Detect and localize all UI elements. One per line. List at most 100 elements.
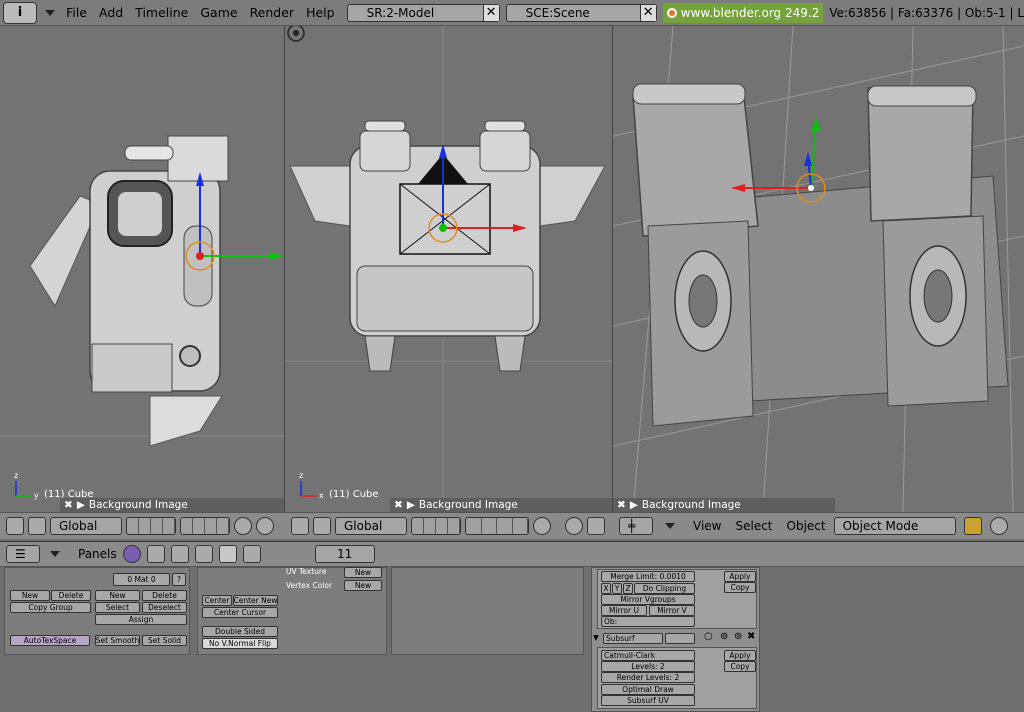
subsurf-expand-icon[interactable]: ▼: [593, 633, 599, 642]
subsurf-render-levels-field[interactable]: Render Levels: 2: [601, 672, 695, 683]
pivot-icon[interactable]: [989, 517, 1008, 535]
orientation-selector[interactable]: Global: [335, 517, 407, 535]
center-cursor-button[interactable]: Center Cursor: [202, 607, 278, 618]
background-image-panel[interactable]: ✖ ▶ Background Image: [390, 498, 612, 512]
autotexspace-button[interactable]: AutoTexSpace: [10, 635, 90, 646]
scene-selector[interactable]: SCE:Scene ✕: [505, 3, 657, 22]
axis-y-toggle[interactable]: Y: [612, 583, 622, 594]
mirror-copy-button[interactable]: Copy: [724, 582, 756, 593]
render-preview-icon[interactable]: [587, 517, 605, 535]
copy-group-button[interactable]: Copy Group: [10, 602, 91, 613]
mode-selector[interactable]: Object Mode: [833, 517, 956, 535]
center-button[interactable]: Center: [202, 595, 232, 606]
close-panel-icon[interactable]: ✖: [617, 499, 626, 511]
close-scene-icon[interactable]: ✕: [639, 4, 656, 21]
uv-texture-new-button[interactable]: New: [344, 567, 382, 578]
viewport-front[interactable]: z x (11) Cube ✖ ▶ Background Image: [285, 26, 613, 512]
frame-counter[interactable]: 11: [314, 545, 375, 563]
link-icon[interactable]: [256, 517, 274, 535]
mirror-apply-button[interactable]: Apply: [724, 571, 756, 582]
axis-x-toggle[interactable]: X: [601, 583, 611, 594]
set-solid-button[interactable]: Set Solid: [142, 635, 187, 646]
screen-selector[interactable]: SR:2-Model ✕: [346, 3, 500, 22]
lock-icon[interactable]: [533, 517, 551, 535]
menu-object[interactable]: Object: [787, 519, 826, 533]
editing-context-icon[interactable]: [218, 545, 237, 563]
subsurf-cage-icon[interactable]: ○: [704, 631, 713, 642]
close-panel-icon[interactable]: ✖: [394, 499, 403, 511]
close-panel-icon[interactable]: ✖: [64, 499, 73, 511]
menu-file[interactable]: File: [60, 5, 93, 20]
vgroup-new-button[interactable]: New: [10, 590, 50, 601]
collapse-triangle-icon[interactable]: [50, 551, 60, 557]
mirror-v-toggle[interactable]: Mirror V: [649, 605, 695, 616]
subsurf-type-selector[interactable]: Catmull-Clark: [601, 650, 695, 661]
background-image-panel[interactable]: ✖ ▶ Background Image: [60, 498, 284, 512]
layer-buttons-b[interactable]: [180, 517, 230, 535]
material-help-button[interactable]: ?: [172, 573, 186, 586]
remove-modifier-icon[interactable]: ✖: [747, 631, 755, 642]
menu-select[interactable]: Select: [735, 519, 772, 533]
set-smooth-button[interactable]: Set Smooth: [95, 635, 140, 646]
panels-menu[interactable]: Panels: [78, 547, 117, 561]
menu-collapse-triangle-icon[interactable]: [45, 9, 56, 16]
vertex-color-new-button[interactable]: New: [344, 580, 382, 591]
menu-game[interactable]: Game: [194, 5, 243, 20]
orientation-icon[interactable]: [28, 517, 46, 535]
layer-buttons-a[interactable]: [126, 517, 176, 535]
layer-buttons-a[interactable]: [411, 517, 461, 535]
material-select-button[interactable]: Select: [95, 602, 140, 613]
shading-context-icon[interactable]: [170, 545, 189, 563]
no-vnormal-flip-button[interactable]: No V.Normal Flip: [202, 638, 278, 649]
material-delete-button[interactable]: Delete: [142, 590, 187, 601]
material-assign-button[interactable]: Assign: [95, 614, 187, 625]
axis-z-toggle[interactable]: Z: [623, 583, 633, 594]
move-up-icon[interactable]: ⊚: [720, 631, 728, 642]
subsurf-copy-button[interactable]: Copy: [724, 661, 756, 672]
object-context-icon[interactable]: [194, 545, 213, 563]
mirror-vgroups-toggle[interactable]: Mirror Vgroups: [601, 594, 695, 605]
optimal-draw-toggle[interactable]: Optimal Draw: [601, 684, 695, 695]
menu-render[interactable]: Render: [244, 5, 301, 20]
material-index-field[interactable]: 0 Mat 0: [113, 573, 170, 586]
subsurf-uv-toggle[interactable]: Subsurf UV: [601, 695, 695, 706]
subsurf-levels-field[interactable]: Levels: 2: [601, 661, 695, 672]
scene-context-icon[interactable]: [242, 545, 261, 563]
script-context-icon[interactable]: [146, 545, 165, 563]
subsurf-display-toggles[interactable]: [665, 633, 695, 644]
background-image-panel[interactable]: ✖ ▶ Background Image: [613, 498, 835, 512]
layer-buttons-b[interactable]: [465, 517, 529, 535]
subsurf-apply-button[interactable]: Apply: [724, 650, 756, 661]
merge-limit-field[interactable]: Merge Limit: 0.0010: [601, 571, 695, 582]
viewport-perspective[interactable]: ✖ ▶ Background Image: [613, 26, 1024, 512]
do-clipping-toggle[interactable]: Do Clipping: [634, 583, 695, 594]
vgroup-delete-button[interactable]: Delete: [51, 590, 91, 601]
info-window-button[interactable]: i: [3, 1, 38, 24]
logic-context-icon[interactable]: [122, 545, 141, 563]
mirror-object-field[interactable]: Ob:: [601, 616, 695, 627]
expand-panel-icon[interactable]: ▶: [407, 499, 415, 511]
move-down-icon[interactable]: ⊚: [734, 631, 742, 642]
lock-icon[interactable]: [234, 517, 252, 535]
close-screen-icon[interactable]: ✕: [482, 4, 499, 21]
subsurf-name-field[interactable]: Subsurf: [603, 633, 663, 644]
link-icon[interactable]: [565, 517, 583, 535]
mirror-u-toggle[interactable]: Mirror U: [601, 605, 647, 616]
viewport-side[interactable]: z y (11) Cube ✖ ▶ Background Image: [0, 26, 285, 512]
center-new-button[interactable]: Center New: [233, 595, 278, 606]
orientation-selector[interactable]: Global: [50, 517, 122, 535]
material-new-button[interactable]: New: [95, 590, 140, 601]
snap-icon[interactable]: [291, 517, 309, 535]
editor-type-selector[interactable]: ╪: [619, 517, 653, 535]
menu-help[interactable]: Help: [300, 5, 341, 20]
draw-type-icon[interactable]: [963, 517, 982, 535]
editor-type-selector[interactable]: ☰: [6, 545, 40, 563]
expand-panel-icon[interactable]: ▶: [77, 499, 85, 511]
menu-timeline[interactable]: Timeline: [129, 5, 194, 20]
material-deselect-button[interactable]: Deselect: [142, 602, 187, 613]
snap-icon[interactable]: [6, 517, 24, 535]
menu-add[interactable]: Add: [93, 5, 129, 20]
double-sided-button[interactable]: Double Sided: [202, 626, 278, 637]
orientation-icon[interactable]: [313, 517, 331, 535]
expand-panel-icon[interactable]: ▶: [630, 499, 638, 511]
